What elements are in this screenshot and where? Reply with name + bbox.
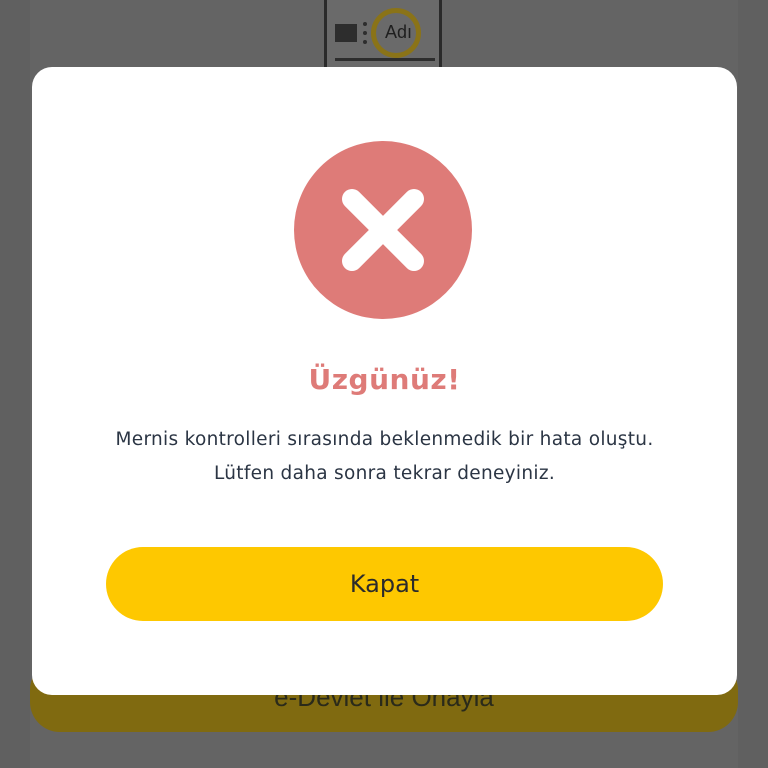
close-button[interactable]: Kapat — [106, 547, 663, 621]
dialog-title: Üzgünüz! — [308, 363, 461, 396]
id-photo-placeholder — [335, 24, 357, 42]
error-x-icon — [294, 141, 472, 319]
id-card-illustration: Adı — [324, 0, 442, 72]
dialog-message: Mernis kontrolleri sırasında beklenmedik… — [115, 429, 654, 484]
error-dialog: Üzgünüz! Mernis kontrolleri sırasında be… — [32, 67, 737, 695]
id-line — [335, 58, 435, 61]
id-name-label: Adı — [385, 22, 413, 42]
id-dots — [363, 22, 367, 44]
